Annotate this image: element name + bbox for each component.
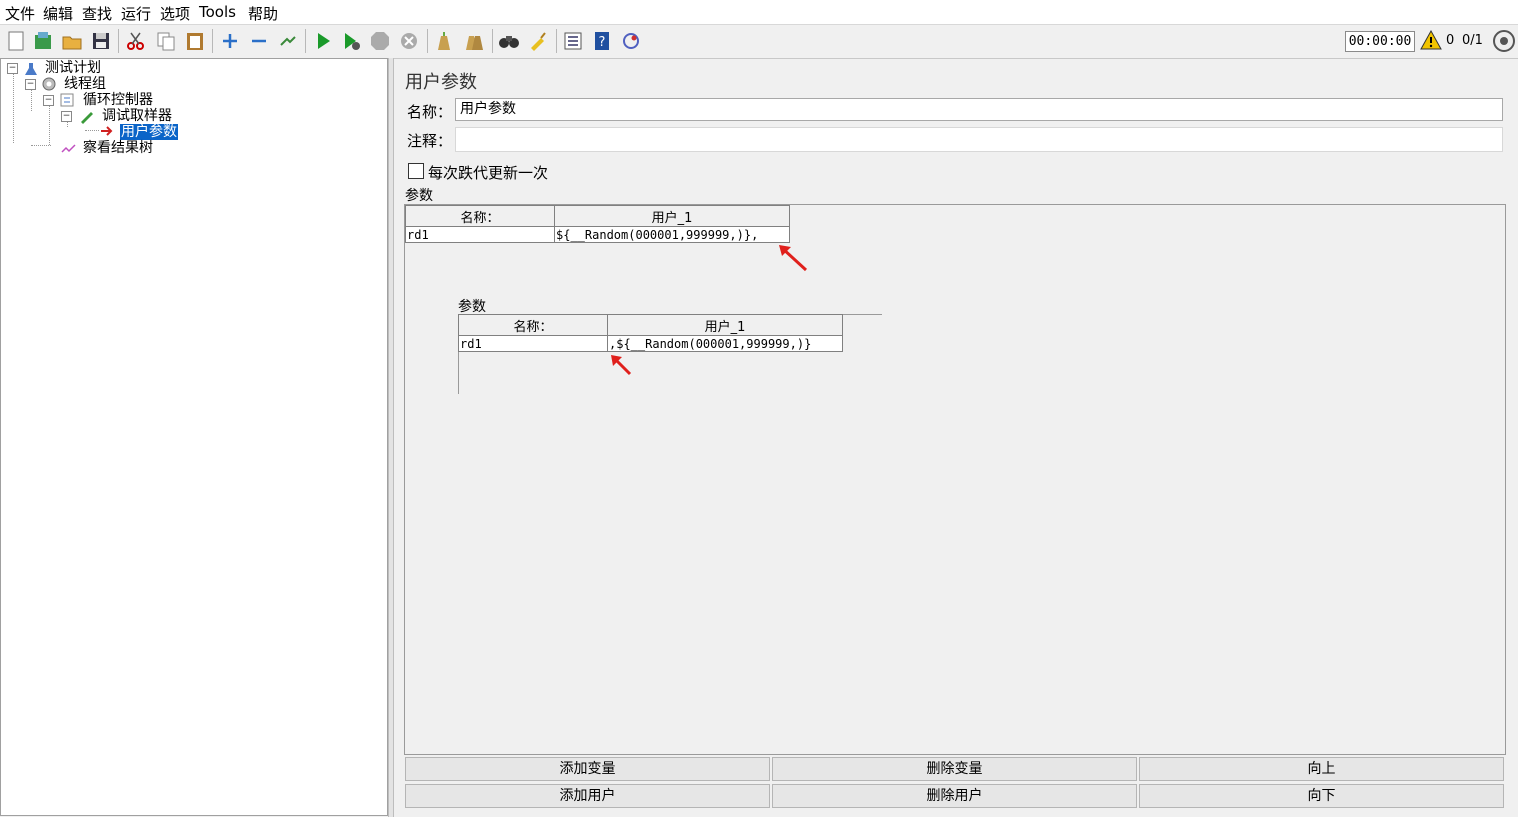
collapse-icon[interactable] [248, 30, 270, 52]
debug-sampler-pen-icon [79, 108, 95, 124]
name-label: 名称： [407, 103, 453, 121]
view-results-tree-icon [61, 140, 77, 156]
annotation-arrow-icon [611, 355, 632, 376]
start-no-pause-icon[interactable] [340, 30, 362, 52]
cut-icon[interactable] [125, 30, 147, 52]
comment-label: 注释： [407, 132, 453, 150]
ref-column-header-name: 名称： [458, 314, 608, 336]
loop-controller-icon [59, 92, 75, 108]
delete-user-button[interactable]: 删除用户 [772, 784, 1137, 808]
add-user-button[interactable]: 添加用户 [405, 784, 770, 808]
tree-node-debug-sampler[interactable]: 调试取样器 [102, 108, 172, 124]
user-parameters-icon [99, 123, 115, 139]
save-icon[interactable] [90, 30, 112, 52]
clear-icon[interactable] [433, 30, 455, 52]
param-name-cell[interactable]: rd1 [405, 226, 555, 243]
update-once-per-iteration-label: 每次跌代更新一次 [428, 164, 549, 182]
tree-node-user-parameters[interactable]: 用户参数 [120, 124, 178, 140]
stop-icon[interactable] [369, 30, 391, 52]
name-field[interactable]: 用户参数 [455, 98, 1503, 121]
test-plan-icon [23, 61, 39, 77]
test-plan-tree: − 测试计划 − 线程组 − 循环控制器 − 调试取样器 用户参数 察看结果树 [0, 58, 388, 816]
menu-edit[interactable]: 编辑 [43, 3, 73, 24]
menu-file[interactable]: 文件 [5, 3, 35, 24]
collapse-toggle-thread-group[interactable]: − [25, 79, 36, 90]
page-title: 用户参数 [405, 72, 477, 93]
ref-param-value-cell: ,${__Random(000001,999999,)} [607, 335, 843, 352]
function-helper-icon[interactable] [562, 30, 584, 52]
open-icon[interactable] [61, 30, 83, 52]
clear-all-icon[interactable] [463, 30, 485, 52]
tree-node-thread-group[interactable]: 线程组 [64, 76, 106, 92]
help-icon[interactable]: ? [591, 30, 613, 52]
split-pane-divider[interactable] [388, 58, 394, 817]
menu-tools[interactable]: Tools [199, 3, 236, 21]
menu-options[interactable]: 选项 [160, 3, 190, 24]
elapsed-timer: 00:00:00 [1345, 31, 1415, 52]
parameters-table: 名称： 用户_1 rd1 ${__Random(000001,999999,)}… [405, 205, 790, 243]
templates-icon[interactable] [32, 30, 54, 52]
tree-node-loop-controller[interactable]: 循环控制器 [83, 92, 153, 108]
thread-group-gear-icon [41, 76, 57, 92]
param-value-cell[interactable]: ${__Random(000001,999999,)}, [554, 226, 790, 243]
move-up-button[interactable]: 向上 [1139, 757, 1504, 781]
menu-search[interactable]: 查找 [82, 3, 112, 24]
ref-param-name-cell: rd1 [458, 335, 608, 352]
reference-table-panel: 参数 名称： 用户_1 rd1 ,${__Random(000001,99999… [458, 295, 882, 395]
parameters-table-area: 名称： 用户_1 rd1 ${__Random(000001,999999,)}… [404, 204, 1506, 755]
copy-icon[interactable] [155, 30, 177, 52]
menu-bar: 文件 编辑 查找 运行 选项 Tools 帮助 [0, 0, 1518, 24]
remote-icon[interactable] [620, 30, 642, 52]
toggle-icon[interactable] [277, 30, 299, 52]
reset-search-icon[interactable] [527, 30, 549, 52]
collapse-toggle-test-plan[interactable]: − [7, 63, 18, 74]
toolbar: ? 00:00:00 0 0/1 [0, 24, 1518, 59]
annotation-arrow-icon [779, 245, 808, 272]
status-indicator-icon[interactable] [1492, 29, 1516, 57]
new-icon[interactable] [5, 30, 27, 52]
start-icon[interactable] [312, 30, 334, 52]
shutdown-icon[interactable] [398, 30, 420, 52]
expand-icon[interactable] [219, 30, 241, 52]
tree-node-test-plan[interactable]: 测试计划 [45, 60, 101, 76]
collapse-toggle-debug-sampler[interactable]: − [61, 111, 72, 122]
svg-text:?: ? [599, 35, 606, 50]
column-header-user-1[interactable]: 用户_1 [554, 205, 790, 227]
table-row: rd1 ,${__Random(000001,999999,)} [458, 335, 843, 352]
move-down-button[interactable]: 向下 [1139, 784, 1504, 808]
update-once-per-iteration-checkbox[interactable] [408, 163, 424, 179]
delete-variable-button[interactable]: 删除变量 [772, 757, 1137, 781]
column-header-name[interactable]: 名称： [405, 205, 555, 227]
collapse-toggle-loop-controller[interactable]: − [43, 95, 54, 106]
reference-params-label: 参数 [458, 299, 486, 315]
params-label: 参数 [405, 188, 433, 204]
ref-column-header-user-1: 用户_1 [607, 314, 843, 336]
menu-run[interactable]: 运行 [121, 3, 151, 24]
paste-icon[interactable] [184, 30, 206, 52]
menu-help[interactable]: 帮助 [248, 3, 278, 24]
reference-parameters-table: 名称： 用户_1 rd1 ,${__Random(000001,999999,)… [458, 314, 843, 352]
search-icon[interactable] [498, 30, 520, 52]
thread-count: 0/1 [1462, 33, 1483, 48]
tree-node-view-results-tree[interactable]: 察看结果树 [83, 140, 153, 156]
comment-field[interactable] [455, 127, 1503, 152]
warning-icon[interactable] [1420, 29, 1442, 54]
add-variable-button[interactable]: 添加变量 [405, 757, 770, 781]
warning-count: 0 [1446, 33, 1455, 48]
table-row: rd1 ${__Random(000001,999999,)}, [405, 226, 790, 243]
